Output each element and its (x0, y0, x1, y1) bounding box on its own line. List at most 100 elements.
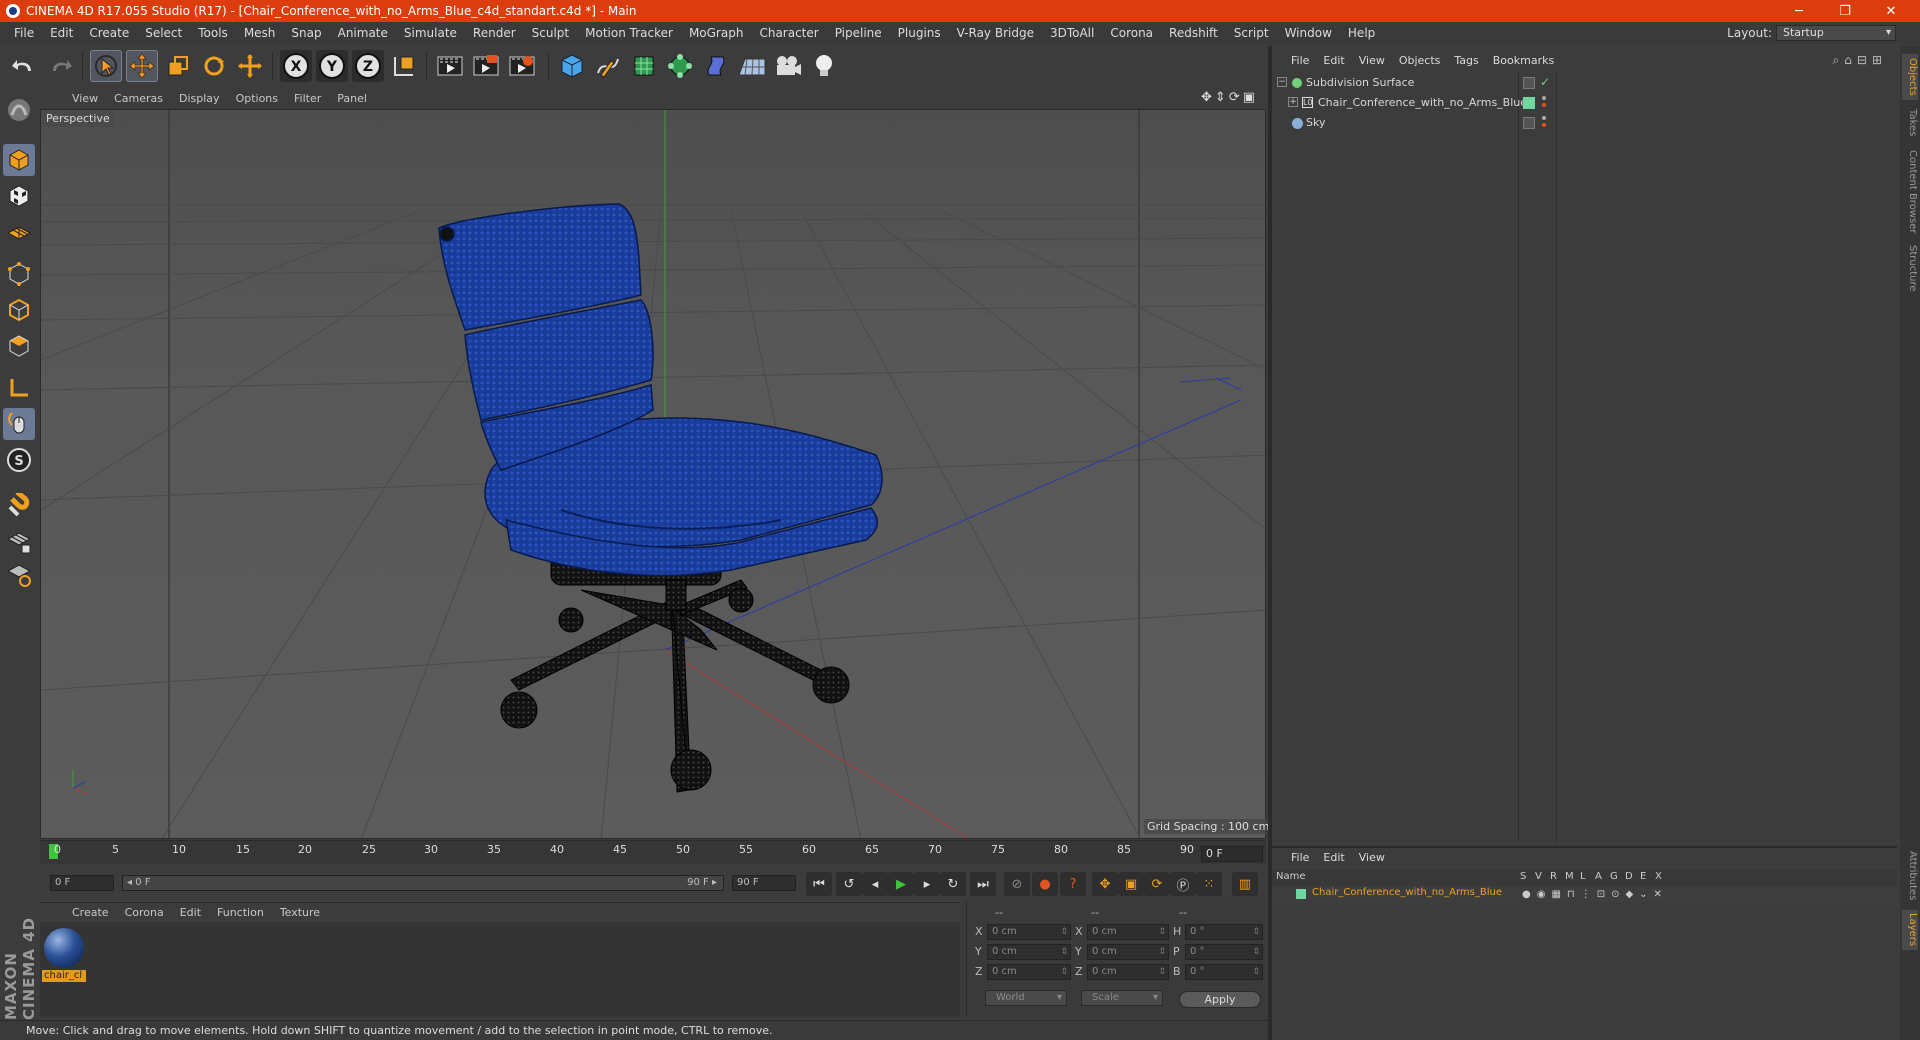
editor-visibility-dot-icon[interactable] (1542, 116, 1546, 120)
layer-col-xref[interactable]: X (1655, 871, 1662, 882)
key-parameter-icon[interactable]: Ⓟ (1170, 872, 1196, 896)
menu-snap[interactable]: Snap (283, 26, 329, 40)
menu-mesh[interactable]: Mesh (236, 26, 284, 40)
keyframe-selection-icon[interactable]: ? (1060, 872, 1086, 896)
material-preview-thumbnail[interactable] (44, 928, 84, 968)
tab-structure[interactable]: Structure (1902, 242, 1918, 294)
material-menu-function[interactable]: Function (209, 906, 272, 919)
layer-col-name[interactable]: Name (1276, 871, 1306, 882)
close-window-button[interactable]: ✕ (1868, 0, 1914, 22)
menu-motion-tracker[interactable]: Motion Tracker (577, 26, 681, 40)
viewport-camera-label[interactable]: Perspective (42, 111, 114, 127)
previous-frame-icon[interactable]: ◂ (862, 872, 888, 896)
minimize-button[interactable]: ─ (1776, 0, 1822, 22)
menu-script[interactable]: Script (1226, 26, 1277, 40)
position-y-field[interactable]: 0 cm (987, 944, 1071, 960)
object-row[interactable]: + L0 Chair_Conference_with_no_Arms_Blue (1272, 94, 1897, 112)
menu-render[interactable]: Render (465, 26, 524, 40)
material-menu-corona[interactable]: Corona (117, 906, 172, 919)
tab-layers[interactable]: Layers (1902, 910, 1918, 950)
rotate-icon[interactable] (198, 50, 230, 82)
enabled-check-icon[interactable]: ✓ (1540, 75, 1550, 89)
object-menu-objects[interactable]: Objects (1392, 54, 1448, 67)
layer-menu-file[interactable]: File (1284, 851, 1316, 864)
perspective-viewport[interactable] (40, 109, 1266, 839)
viewport-menu-cameras[interactable]: Cameras (106, 92, 171, 105)
menu-mograph[interactable]: MoGraph (681, 26, 752, 40)
planar-workplane-icon[interactable] (3, 558, 35, 590)
material-menu-create[interactable]: Create (64, 906, 117, 919)
key-pla-icon[interactable]: ⁙ (1196, 872, 1222, 896)
collapse-toggle-icon[interactable]: − (1277, 77, 1287, 87)
rotation-h-field[interactable]: 0 ° (1185, 924, 1263, 940)
light-icon[interactable] (808, 50, 840, 82)
tab-objects[interactable]: Objects (1902, 54, 1918, 100)
tab-content-browser[interactable]: Content Browser (1902, 146, 1918, 238)
render-visibility-dot-icon[interactable] (1542, 103, 1546, 107)
size-x-field[interactable]: 0 cm (1087, 924, 1169, 940)
maximize-button[interactable]: ❐ (1822, 0, 1868, 22)
render-settings-icon[interactable] (506, 50, 538, 82)
deformer-icon[interactable] (700, 50, 732, 82)
material-name-label[interactable]: chair_cl (42, 970, 86, 982)
polygons-mode-icon[interactable] (3, 330, 35, 362)
viewport-menu-view[interactable]: View (64, 92, 106, 105)
object-manager-search-home-icons[interactable]: ⌕⌂⊟⊞ (1833, 53, 1887, 68)
layer-col-animation[interactable]: A (1595, 871, 1602, 882)
viewport-menu-options[interactable]: Options (228, 92, 286, 105)
axis-z-icon[interactable]: Z (352, 50, 384, 82)
material-menu-texture[interactable]: Texture (272, 906, 328, 919)
layer-row[interactable]: Chair_Conference_with_no_Arms_Blue ●◉▦⊓⋮… (1272, 886, 1897, 902)
object-name[interactable]: Chair_Conference_with_no_Arms_Blue (1318, 94, 1527, 112)
viewport-menu-panel[interactable]: Panel (329, 92, 375, 105)
layer-menu-view[interactable]: View (1352, 851, 1392, 864)
menu-create[interactable]: Create (81, 26, 137, 40)
material-menu-edit[interactable]: Edit (172, 906, 209, 919)
menu-vray-bridge[interactable]: V-Ray Bridge (949, 26, 1042, 40)
move-alt-icon[interactable] (234, 50, 266, 82)
menu-redshift[interactable]: Redshift (1161, 26, 1226, 40)
object-row[interactable]: − Subdivision Surface ✓ (1272, 74, 1897, 92)
workplane-mode-icon[interactable] (3, 216, 35, 248)
expand-toggle-icon[interactable]: + (1288, 97, 1298, 107)
layer-manager-list[interactable] (1272, 902, 1897, 1040)
lock-workplane-icon[interactable] (3, 526, 35, 558)
array-icon[interactable] (664, 50, 696, 82)
render-picture-viewer-icon[interactable] (470, 50, 502, 82)
object-menu-view[interactable]: View (1352, 54, 1392, 67)
object-menu-bookmarks[interactable]: Bookmarks (1486, 54, 1561, 67)
layer-color-tag-icon[interactable] (1523, 97, 1535, 109)
viewport-menu-display[interactable]: Display (171, 92, 228, 105)
layer-col-manager[interactable]: M (1565, 871, 1574, 882)
tab-takes[interactable]: Takes (1902, 106, 1918, 140)
world-coords-icon[interactable] (388, 50, 420, 82)
layer-col-render[interactable]: R (1550, 871, 1557, 882)
menu-tools[interactable]: Tools (190, 26, 236, 40)
timeline-window-icon[interactable]: ▥ (1232, 872, 1258, 896)
tweak-mode-icon[interactable] (3, 408, 35, 440)
record-keys-icon[interactable]: ⊘ (1004, 872, 1030, 896)
position-z-field[interactable]: 0 cm (987, 964, 1071, 980)
menu-help[interactable]: Help (1340, 26, 1383, 40)
model-mode-icon[interactable] (3, 144, 35, 176)
editor-visibility-dot-icon[interactable] (1542, 96, 1546, 100)
viewport-menu-filter[interactable]: Filter (286, 92, 329, 105)
frame-range-slider[interactable]: ◂ 0 F 90 F ▸ (122, 875, 724, 891)
play-icon[interactable]: ▶ (888, 872, 914, 896)
menu-edit[interactable]: Edit (42, 26, 81, 40)
axis-x-icon[interactable]: X (280, 50, 312, 82)
layer-col-generators[interactable]: G (1610, 871, 1618, 882)
size-y-field[interactable]: 0 cm (1087, 944, 1169, 960)
end-frame-field[interactable]: 90 F (732, 875, 796, 891)
position-x-field[interactable]: 0 cm (987, 924, 1071, 940)
go-to-end-icon[interactable]: ⏭ (970, 872, 996, 896)
menu-select[interactable]: Select (137, 26, 190, 40)
layer-col-deformers[interactable]: D (1625, 871, 1633, 882)
menu-simulate[interactable]: Simulate (396, 26, 465, 40)
render-view-icon[interactable] (434, 50, 466, 82)
object-name[interactable]: Sky (1306, 114, 1325, 132)
autokey-icon[interactable]: ● (1032, 872, 1058, 896)
menu-3dtoall[interactable]: 3DToAll (1042, 26, 1102, 40)
layer-col-locked[interactable]: L (1580, 871, 1586, 882)
object-name[interactable]: Subdivision Surface (1306, 74, 1414, 92)
